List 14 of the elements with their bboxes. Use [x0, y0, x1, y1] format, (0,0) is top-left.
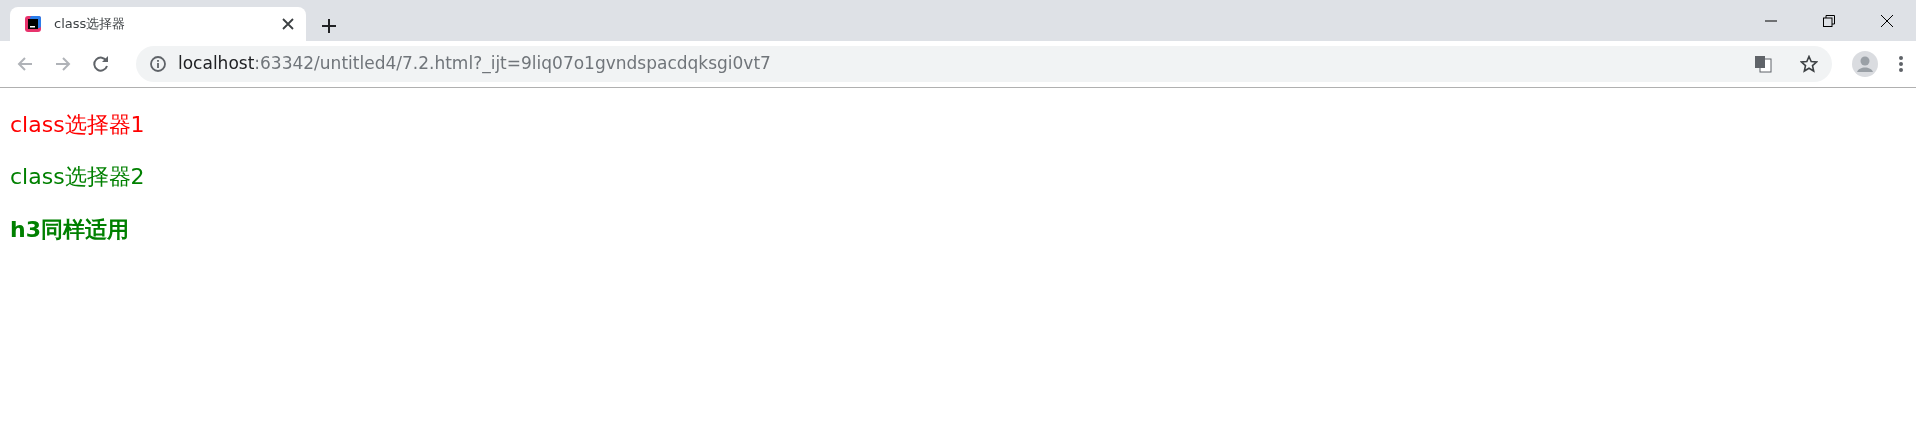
address-bar[interactable]: localhost:63342/untitled4/7.2.html?_ijt=9liq07o1gvndspacdqksgi0vt7	[136, 46, 1832, 82]
paragraph-text: class选择器2	[10, 164, 146, 191]
menu-icon[interactable]	[1898, 55, 1904, 73]
translate-icon[interactable]	[1754, 55, 1772, 73]
heading-text: h3同样适用	[10, 216, 130, 244]
close-icon[interactable]	[282, 18, 294, 30]
url-text: localhost:63342/untitled4/7.2.html?_ijt=9liq07o1gvndspacdqksgi0vt7	[178, 52, 772, 76]
info-icon[interactable]	[150, 56, 166, 72]
app-logo-icon	[24, 15, 42, 33]
new-tab-icon[interactable]	[322, 19, 336, 33]
avatar-icon[interactable]	[1852, 51, 1878, 77]
paragraph-text: class选择器1	[10, 112, 146, 139]
star-icon[interactable]	[1800, 55, 1818, 73]
browser-tab[interactable]: class选择器	[10, 7, 306, 41]
